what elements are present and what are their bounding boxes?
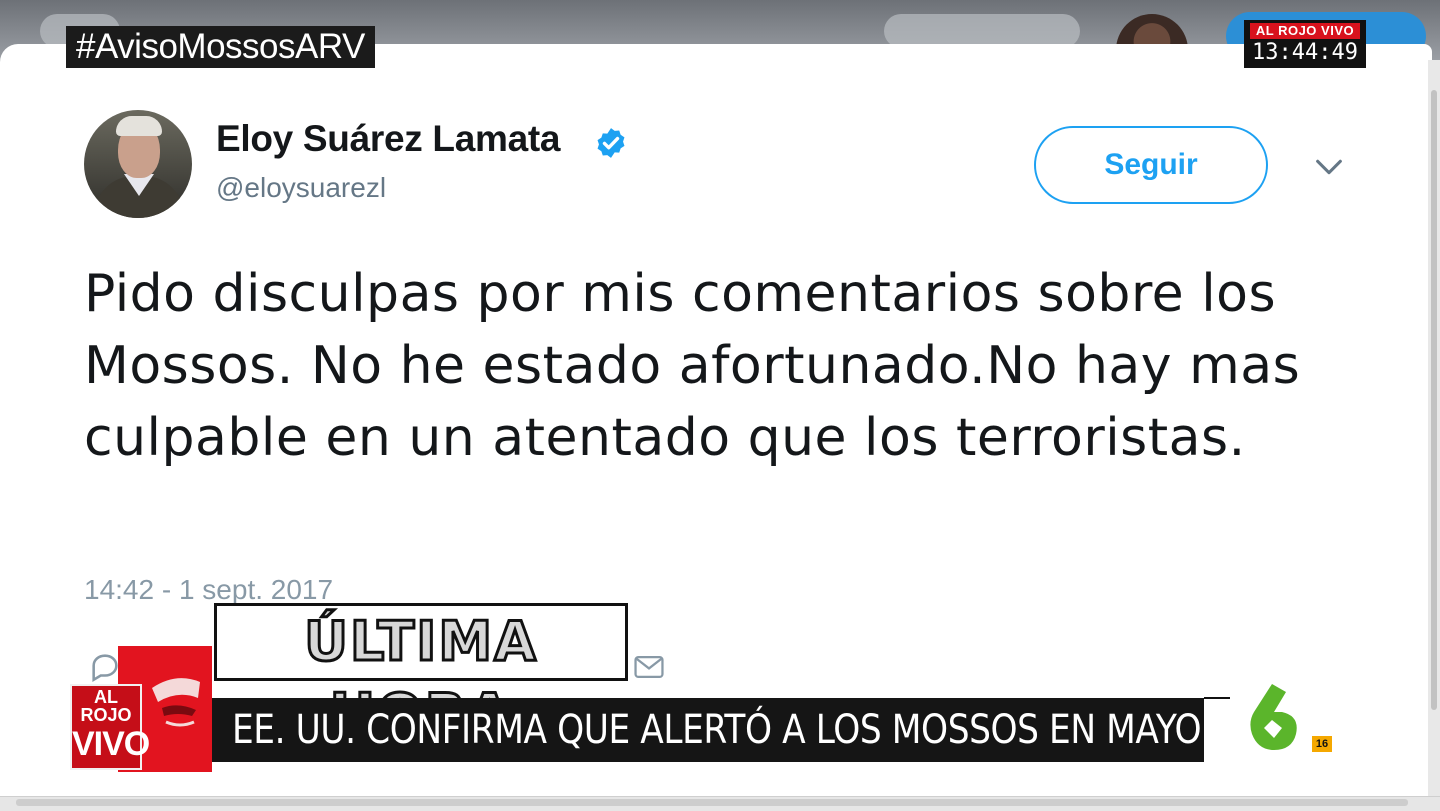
tweet-text: Pido disculpas por mis comentarios sobre… — [84, 264, 1301, 468]
hashtag-overlay: #AvisoMossosARV — [66, 26, 375, 68]
mail-icon[interactable] — [632, 650, 666, 684]
headline-text: EE. UU. CONFIRMA QUE ALERTÓ A LOS MOSSOS… — [232, 707, 1202, 753]
headline-bar-divider — [1204, 697, 1230, 699]
la6-logo-icon — [1250, 684, 1297, 750]
breaking-news-label: ÚLTIMA HORA — [214, 603, 628, 747]
program-logo-face-icon — [152, 678, 200, 727]
verified-icon — [597, 128, 625, 158]
program-logo: AL ROJO VIVO — [70, 646, 212, 772]
breaking-news-text: ÚLTIMA HORA — [303, 609, 538, 747]
program-logo-line1: AL ROJO — [80, 687, 132, 725]
author-handle[interactable]: @eloysuarezl — [216, 172, 386, 204]
headline-bar: EE. UU. CONFIRMA QUE ALERTÓ A LOS MOSSOS… — [212, 698, 1204, 762]
avatar-hair — [116, 116, 162, 136]
channel-clock: AL ROJO VIVO 13:44:49 — [1244, 20, 1366, 68]
program-logo-line2: VIVO — [72, 725, 150, 763]
avatar[interactable] — [84, 110, 192, 218]
program-logo-text: AL ROJO VIVO — [72, 687, 150, 764]
follow-button[interactable]: Seguir — [1034, 126, 1268, 204]
clock-brand-label: AL ROJO VIVO — [1250, 23, 1360, 39]
clock-time: 13:44:49 — [1252, 40, 1358, 65]
age-rating-badge: 16 — [1312, 736, 1332, 752]
background-search-pill — [884, 14, 1080, 48]
tweet-timestamp[interactable]: 14:42 - 1 sept. 2017 — [84, 574, 333, 606]
chevron-down-icon[interactable] — [1312, 150, 1346, 184]
author-name[interactable]: Eloy Suárez Lamata — [216, 118, 560, 160]
horizontal-scrollbar-thumb[interactable] — [16, 799, 1408, 806]
vertical-scrollbar-thumb[interactable] — [1431, 90, 1437, 710]
